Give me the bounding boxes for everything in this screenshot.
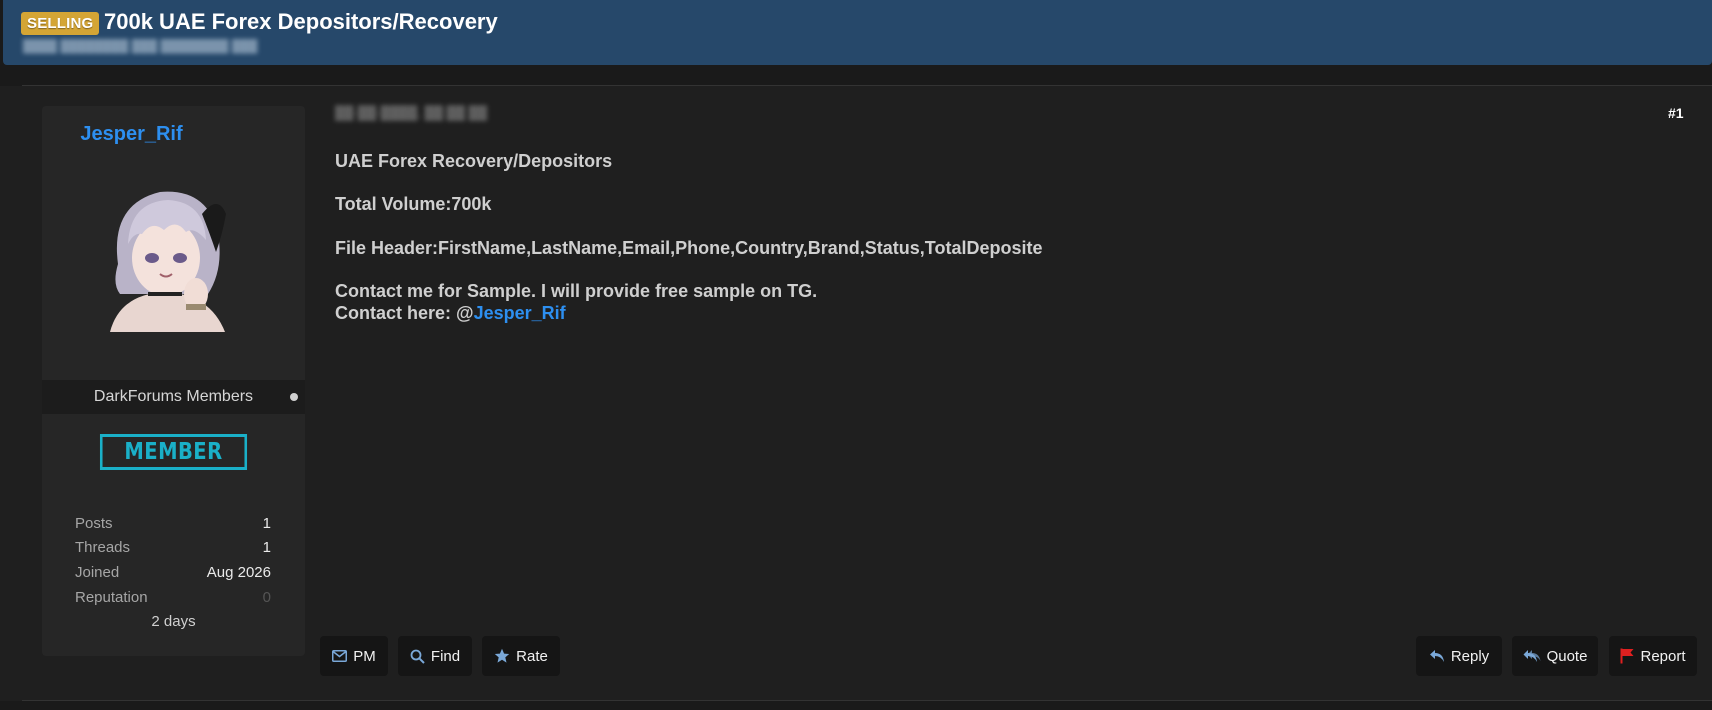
author-group: DarkForums Members — [93, 388, 254, 405]
stat-reputation: Reputation 0 — [75, 589, 271, 606]
rank-badge: MEMBER — [99, 434, 248, 470]
post-line-header: File Header:FirstName,LastName,Email,Pho… — [335, 238, 1043, 258]
stat-posts: Posts 1 — [75, 515, 271, 532]
selling-badge: SELLING — [21, 12, 100, 35]
post-divider-bottom — [22, 700, 1712, 701]
post-line-title: UAE Forex Recovery/Depositors — [335, 151, 613, 171]
thread-header: SELLING 700k UAE Forex Depositors/Recove… — [3, 0, 1712, 65]
rate-button[interactable]: Rate — [482, 636, 560, 676]
author-active-time: 2 days — [151, 613, 196, 630]
post-line-contact: Contact here: @Jesper_Rif — [335, 303, 566, 324]
post-number-link[interactable]: #1 — [1668, 105, 1684, 121]
author-avatar[interactable] — [90, 174, 240, 332]
envelope-icon — [332, 650, 348, 662]
pm-button[interactable]: PM — [320, 636, 388, 676]
thread-title: 700k UAE Forex Depositors/Recovery — [104, 9, 498, 34]
reply-arrow-icon — [1429, 650, 1444, 662]
contact-prefix: Contact here: @ — [335, 303, 474, 323]
stat-threads: Threads 1 — [75, 539, 271, 556]
thread-meta-blurred: ████ ████████ ███ ████████ ███ — [23, 39, 258, 53]
magnifier-icon — [410, 649, 425, 664]
quote-button[interactable]: Quote — [1512, 636, 1598, 676]
post-line-sample: Contact me for Sample. I will provide fr… — [335, 281, 818, 301]
post-line-volume: Total Volume:700k — [335, 194, 492, 214]
author-username[interactable]: Jesper_Rif — [0, 123, 263, 146]
contact-handle-link[interactable]: Jesper_Rif — [474, 303, 566, 323]
report-button[interactable]: Report — [1609, 636, 1697, 676]
quote-arrows-icon — [1523, 650, 1541, 662]
find-button[interactable]: Find — [398, 636, 472, 676]
reply-button[interactable]: Reply — [1416, 636, 1502, 676]
online-status-dot — [290, 393, 298, 401]
flag-icon — [1620, 648, 1634, 664]
star-icon — [494, 648, 510, 663]
post-date-blurred: ██-██-████, ██:██ ██ — [335, 105, 488, 120]
author-group-bar: DarkForums Members — [42, 380, 305, 414]
stat-joined: Joined Aug 2026 — [75, 564, 271, 581]
